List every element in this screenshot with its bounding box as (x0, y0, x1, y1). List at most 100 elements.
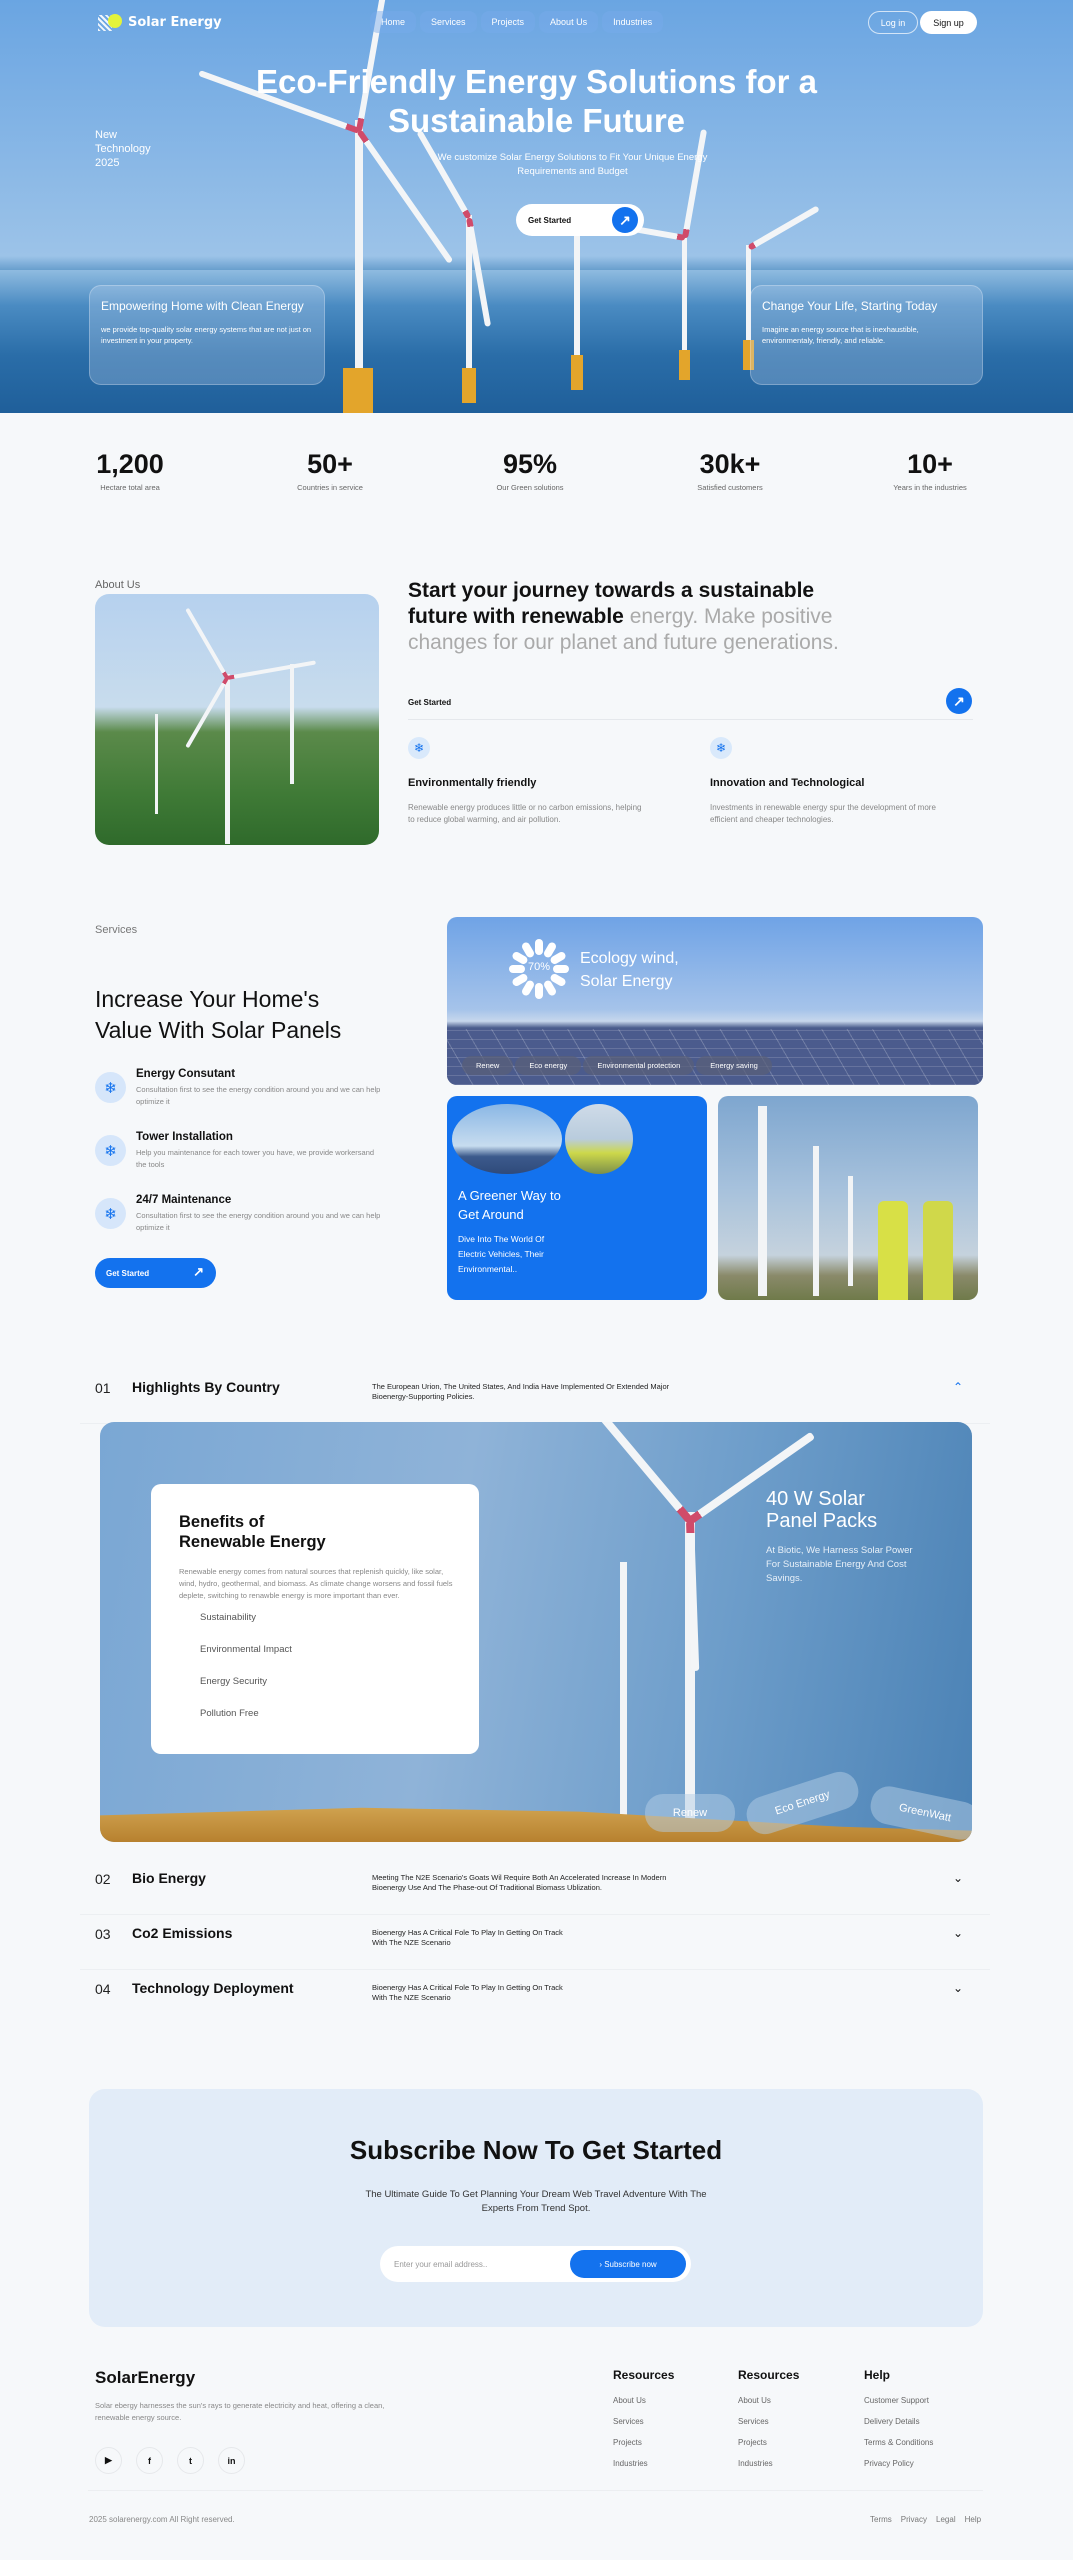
arrow-up-right-icon[interactable]: ↗ (946, 688, 972, 714)
brand-logo[interactable]: Solar Energy (98, 12, 222, 32)
greener-card-title: A Greener Way to Get Around (458, 1188, 561, 1222)
chevron-down-icon[interactable]: ⌄ (953, 1871, 963, 1885)
footer-link-services[interactable]: Services (738, 2417, 799, 2438)
services-get-started-button[interactable]: Get Started ↗ (95, 1258, 216, 1288)
stat-label: Years in the industries (893, 483, 967, 492)
nav-link-projects[interactable]: Projects (480, 11, 536, 33)
footer-column-help: Help Customer Support Delivery Details T… (864, 2368, 933, 2480)
service-text: Consultation first to see the energy con… (136, 1085, 381, 1106)
tag-renew[interactable]: Renew (462, 1056, 514, 1075)
login-button[interactable]: Log in (868, 11, 918, 34)
footer-link-projects[interactable]: Projects (738, 2438, 799, 2459)
feature-text: Renewable energy produces little or no c… (408, 803, 642, 824)
legal-link-terms[interactable]: Terms (870, 2515, 892, 2524)
footer-link-terms-conditions[interactable]: Terms & Conditions (864, 2438, 933, 2459)
hero-card-title: Empowering Home with Clean Energy (101, 299, 304, 313)
twitter-icon[interactable]: t (177, 2447, 204, 2474)
snowflake-icon: ❄ (408, 737, 430, 759)
footer-link-industries[interactable]: Industries (738, 2459, 799, 2480)
facebook-icon[interactable]: f (136, 2447, 163, 2474)
benefit-item: Pollution Free (200, 1708, 259, 1719)
tag-environmental-protection[interactable]: Environmental protection (583, 1056, 695, 1075)
about-section-label: About Us (95, 579, 141, 591)
nav-links: Home Services Projects About Us Industri… (370, 11, 664, 33)
subscribe-button[interactable]: › Subscribe now (570, 2250, 686, 2278)
stat-label: Satisfied customers (697, 483, 763, 492)
brand-name: Solar Energy (128, 14, 222, 30)
eco-tags: Renew Eco energy Environmental protectio… (462, 1056, 772, 1075)
wind-solar-thumbnail (452, 1104, 562, 1174)
legal-link-privacy[interactable]: Privacy (901, 2515, 927, 2524)
legal-link-legal[interactable]: Legal (936, 2515, 956, 2524)
benefits-title: Benefits of Renewable Energy (179, 1513, 326, 1551)
stat-label: Countries in service (297, 483, 363, 492)
nav-link-about-us[interactable]: About Us (539, 11, 599, 33)
progress-ring-segment (535, 939, 543, 955)
chevron-down-icon[interactable]: ⌄ (953, 1926, 963, 1940)
accordion-item-technology-deployment[interactable]: 04 Technology Deployment Bioenergy Has A… (95, 1975, 975, 2025)
footer-link-privacy-policy[interactable]: Privacy Policy (864, 2459, 933, 2480)
hero-title: Eco-Friendly Energy Solutions for a Sust… (255, 63, 818, 139)
hero-cta-label: Get Started (528, 215, 572, 225)
accordion-item-highlights[interactable]: 01 Highlights By Country The European Ur… (80, 1374, 990, 1424)
footer-link-projects[interactable]: Projects (613, 2438, 674, 2459)
chevron-down-icon[interactable]: ⌄ (953, 1981, 963, 1995)
pill-renew[interactable]: Renew (645, 1794, 735, 1832)
renewable-benefits-card: Benefits of Renewable Energy Renewable e… (100, 1422, 972, 1842)
arrow-up-right-icon: ↗ (193, 1264, 204, 1279)
accordion-item-bio-energy[interactable]: 02 Bio Energy Meeting The N2E Scenario's… (80, 1865, 990, 1915)
divider (80, 1914, 990, 1915)
about-get-started-link[interactable]: Get Started ↗ (408, 688, 973, 720)
services-cta-label: Get Started (106, 1268, 150, 1278)
hero-get-started-button[interactable]: Get Started ↗ (516, 204, 644, 236)
stat-value: 1,200 (96, 449, 164, 479)
footer-link-delivery-details[interactable]: Delivery Details (864, 2417, 933, 2438)
engineers-wind-farm-image (718, 1096, 978, 1300)
stat-value: 30k+ (699, 449, 761, 479)
nav-link-services[interactable]: Services (420, 11, 477, 33)
subscribe-section: Subscribe Now To Get Started The Ultimat… (89, 2089, 983, 2327)
nav-link-industries[interactable]: Industries (602, 11, 664, 33)
signup-button[interactable]: Sign up (920, 11, 977, 34)
hero-card-text: we provide top-quality solar energy syst… (101, 325, 312, 345)
footer-column-resources: Resources About Us Services Projects Ind… (613, 2368, 674, 2480)
service-title: 24/7 Maintenance (136, 1194, 232, 1206)
youtube-icon[interactable]: ▶ (95, 2447, 122, 2474)
stat-item: 30k+ Satisfied customers (660, 448, 800, 492)
accordion-item-co2-emissions[interactable]: 03 Co2 Emissions Bioenergy Has A Critica… (80, 1920, 990, 1970)
greener-way-card: A Greener Way to Get Around Dive Into Th… (447, 1096, 707, 1300)
top-navbar: Solar Energy Home Services Projects Abou… (0, 0, 1073, 44)
footer-link-services[interactable]: Services (613, 2417, 674, 2438)
feature-title: Innovation and Technological (710, 777, 865, 789)
chevron-up-icon[interactable]: ⌃ (953, 1380, 963, 1394)
tag-eco-energy[interactable]: Eco energy (515, 1056, 582, 1075)
footer-link-industries[interactable]: Industries (613, 2459, 674, 2480)
stat-label: Hectare total area (100, 483, 160, 492)
hero-card-change-life: Change Your Life, Starting Today Imagine… (750, 285, 983, 385)
subscribe-form: › Subscribe now (380, 2246, 691, 2282)
service-text: Consultation first to see the energy con… (136, 1211, 381, 1232)
service-title: Tower Installation (136, 1131, 233, 1143)
services-section-label: Services (95, 924, 138, 936)
benefits-list: Sustainability Environmental Impact Ener… (200, 1607, 451, 1735)
footer-link-customer-support[interactable]: Customer Support (864, 2396, 933, 2417)
linkedin-icon[interactable]: in (218, 2447, 245, 2474)
nav-link-home[interactable]: Home (370, 11, 417, 33)
stat-item: 95% Our Green solutions (460, 448, 600, 492)
legal-link-help[interactable]: Help (965, 2515, 981, 2524)
tag-energy-saving[interactable]: Energy saving (696, 1056, 772, 1075)
hero-subtitle: We customize Solar Energy Solutions to F… (437, 152, 708, 177)
about-cta-label: Get Started (408, 698, 452, 707)
snowflake-icon: ❄ (710, 737, 732, 759)
benefits-text: Renewable energy comes from natural sour… (179, 1567, 453, 1600)
accordion-title: Co2 Emissions (132, 1925, 233, 1941)
footer-link-about-us[interactable]: About Us (738, 2396, 799, 2417)
email-input[interactable] (394, 2255, 554, 2273)
eco-card-title: Ecology wind, Solar Energy (580, 950, 679, 990)
footer-link-about-us[interactable]: About Us (613, 2396, 674, 2417)
sun-panel-icon (98, 12, 122, 32)
benefit-item: Environmental Impact (200, 1644, 292, 1655)
accordion-number: 01 (95, 1380, 111, 1396)
promo-title: 40 W Solar Panel Packs (766, 1488, 878, 1532)
accordion-title: Technology Deployment (132, 1980, 294, 1996)
